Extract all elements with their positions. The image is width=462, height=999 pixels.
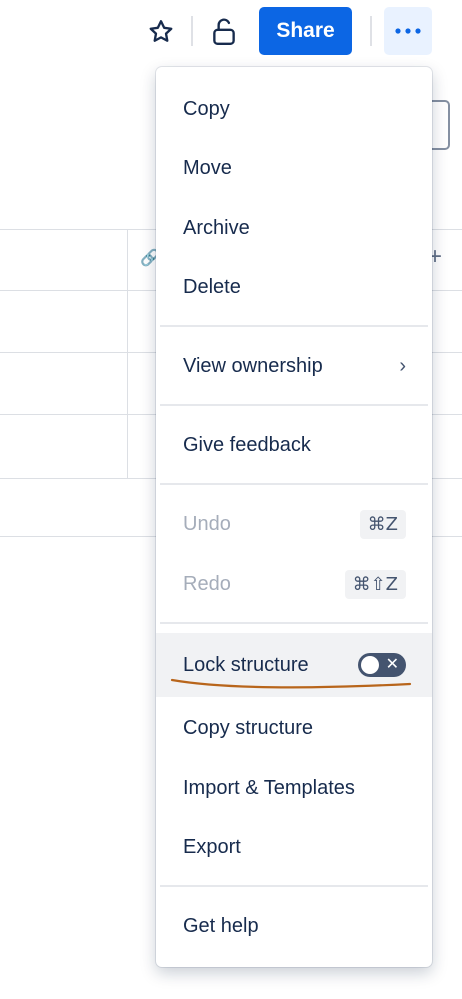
menu-item-move[interactable]: Move: [156, 142, 432, 194]
menu-item-label: Redo: [183, 572, 231, 595]
menu-item-copy[interactable]: Copy: [156, 83, 432, 135]
menu-item-delete[interactable]: Delete: [156, 261, 432, 313]
chevron-right-icon: ›: [399, 354, 406, 377]
table-column-border: [127, 229, 128, 478]
menu-divider: [160, 483, 428, 485]
close-icon: ✕: [385, 654, 399, 673]
menu-divider: [160, 404, 428, 406]
menu-divider: [160, 885, 428, 887]
menu-item-label: View ownership: [183, 354, 323, 377]
more-actions-menu: Copy Move Archive Delete View ownership …: [156, 67, 432, 967]
toolbar-separator: [370, 16, 372, 46]
menu-item-label: Archive: [183, 216, 250, 239]
menu-item-archive[interactable]: Archive: [156, 202, 432, 254]
menu-item-label: Copy structure: [183, 716, 314, 739]
menu-item-view-ownership[interactable]: View ownership ›: [156, 340, 432, 392]
menu-item-label: Import & Templates: [183, 776, 355, 799]
shortcut-badge: ⌘Z: [359, 509, 406, 539]
menu-item-label: Give feedback: [183, 433, 311, 456]
menu-item-label: Export: [183, 835, 241, 858]
menu-item-get-help[interactable]: Get help: [156, 900, 432, 952]
menu-item-redo: Redo ⌘⇧Z: [156, 558, 432, 610]
toolbar-separator: [191, 16, 193, 46]
menu-item-label: Undo: [183, 512, 231, 535]
menu-item-give-feedback[interactable]: Give feedback: [156, 419, 432, 471]
menu-item-label: Delete: [183, 275, 241, 298]
menu-item-label: Get help: [183, 914, 259, 937]
shortcut-badge: ⌘⇧Z: [344, 569, 406, 599]
menu-item-label: Lock structure: [183, 653, 309, 676]
menu-item-label: Copy: [183, 97, 230, 120]
top-toolbar: Share: [0, 0, 462, 64]
menu-divider: [160, 325, 428, 327]
menu-item-export[interactable]: Export: [156, 821, 432, 873]
menu-item-undo: Undo ⌘Z: [156, 498, 432, 550]
star-icon[interactable]: [146, 17, 176, 47]
menu-divider: [160, 622, 428, 624]
toggle-knob: [361, 656, 379, 674]
more-icon[interactable]: [384, 7, 432, 55]
unlock-icon[interactable]: [208, 16, 240, 48]
menu-item-copy-structure[interactable]: Copy structure: [156, 702, 432, 754]
menu-item-import-templates[interactable]: Import & Templates: [156, 762, 432, 814]
share-button[interactable]: Share: [259, 7, 352, 55]
menu-item-lock-structure[interactable]: Lock structure ✕: [156, 633, 432, 697]
lock-structure-toggle[interactable]: ✕: [358, 653, 406, 677]
menu-item-label: Move: [183, 156, 232, 179]
